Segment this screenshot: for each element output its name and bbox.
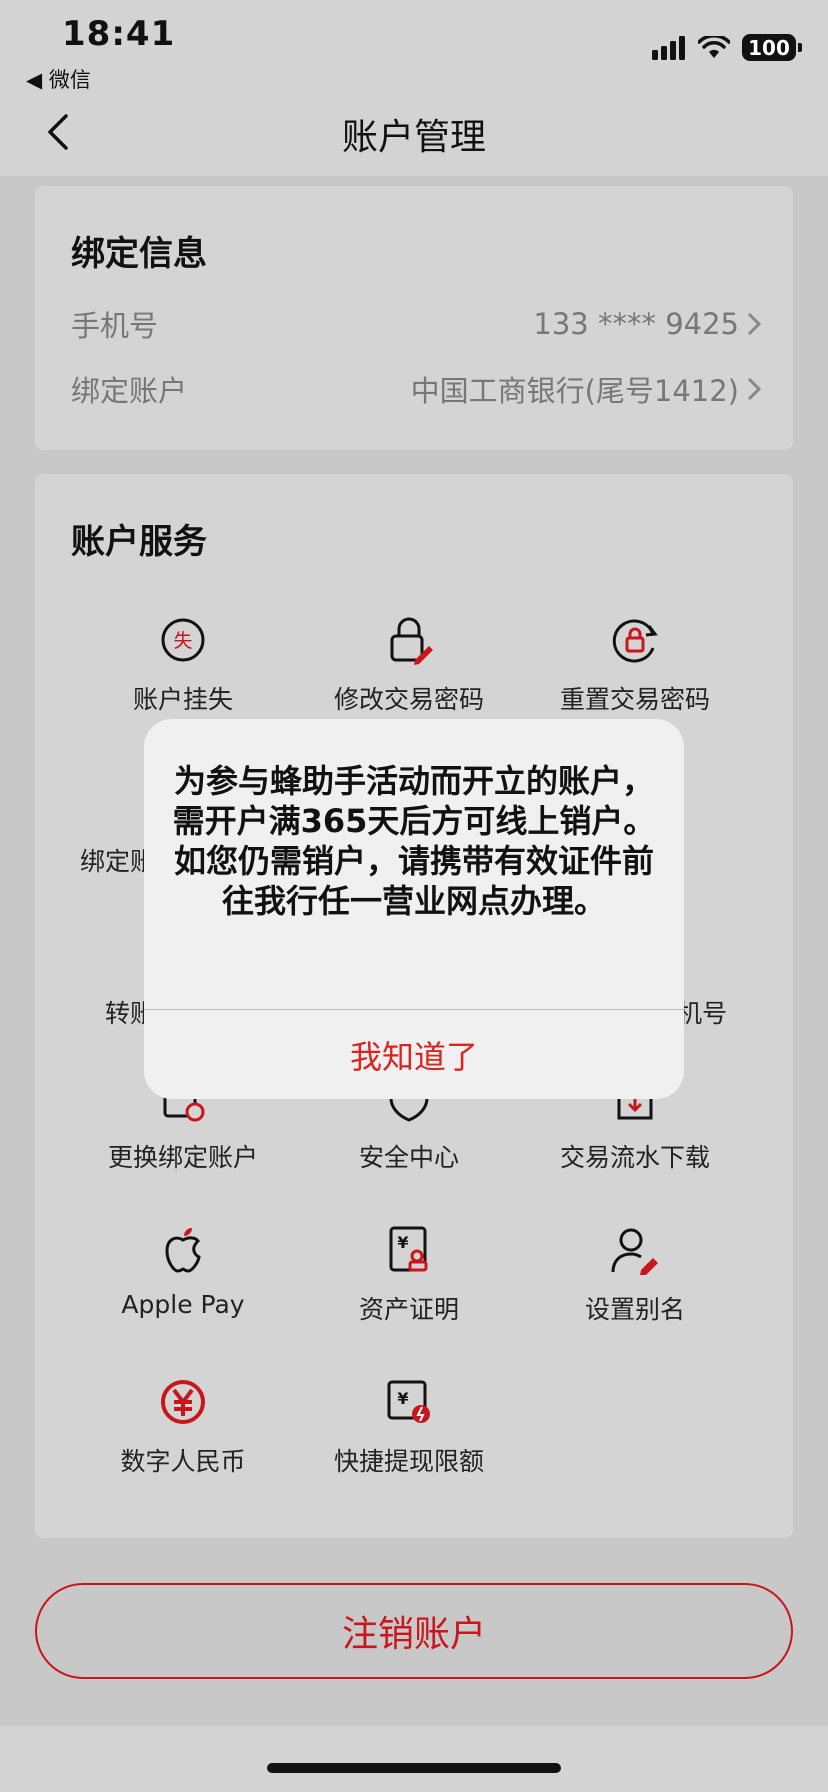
chevron-right-icon [747, 377, 762, 401]
service-lost-report[interactable]: 失 账户挂失 [73, 614, 293, 716]
phone-label: 手机号 [71, 309, 159, 343]
service-set-alias[interactable]: 设置别名 [525, 1224, 745, 1326]
alert-dialog: 为参与蜂助手活动而开立的账户，需开户满365天后方可线上销户。如您仍需销户，请携… [144, 719, 684, 1099]
service-label: 更换绑定账户 [107, 1143, 258, 1172]
bound-account-label: 绑定账户 [71, 374, 188, 408]
status-icons: 100 [652, 34, 802, 61]
lost-report-icon: 失 [161, 618, 205, 662]
lock-edit-icon [390, 617, 433, 665]
nav-bar: 账户管理 [0, 100, 828, 176]
service-label: Apple Pay [121, 1290, 245, 1319]
service-label: 资产证明 [358, 1295, 459, 1324]
bound-account-row[interactable]: 绑定账户 中国工商银行(尾号1412) [71, 369, 763, 409]
battery-icon: 100 [742, 34, 802, 61]
wifi-icon [698, 35, 730, 58]
service-label: 快捷提现限额 [333, 1447, 484, 1476]
lock-reset-icon [612, 619, 658, 663]
service-reset-password[interactable]: 重置交易密码 [525, 614, 745, 716]
svg-text:失: 失 [173, 630, 192, 652]
page-title: 账户管理 [341, 117, 486, 158]
bound-account-value: 中国工商银行(尾号1412) [410, 374, 739, 408]
service-change-password[interactable]: 修改交易密码 [299, 614, 519, 716]
phone-row[interactable]: 手机号 133 **** 9425 [71, 304, 763, 344]
service-label: 重置交易密码 [559, 685, 710, 714]
svg-text:¥: ¥ [397, 1389, 408, 1408]
svg-text:¥: ¥ [397, 1233, 408, 1252]
binding-info-card: 绑定信息 手机号 133 **** 9425 绑定账户 中国工商银行(尾号141… [35, 186, 793, 450]
dialog-confirm-button[interactable]: 我知道了 [144, 1010, 684, 1099]
dialog-message: 为参与蜂助手活动而开立的账户，需开户满365天后方可线上销户。如您仍需销户，请携… [172, 762, 656, 920]
home-indicator[interactable] [267, 1763, 561, 1773]
withdraw-limit-icon: ¥ [387, 1380, 430, 1423]
signal-icon [652, 35, 685, 60]
asset-certificate-icon: ¥ [389, 1226, 428, 1272]
phone-value: 133 **** 9425 [533, 307, 739, 341]
service-label: 账户挂失 [132, 685, 233, 714]
status-bar: 18:41 ◀ 微信 100 [0, 0, 828, 100]
service-partial-label: 机号 [677, 999, 728, 1028]
back-to-wechat[interactable]: ◀ 微信 [26, 64, 91, 94]
cancel-account-button[interactable]: 注销账户 [35, 1583, 793, 1679]
service-label: 设置别名 [584, 1295, 685, 1324]
user-edit-icon [611, 1228, 658, 1275]
service-label: 交易流水下载 [559, 1143, 710, 1172]
digital-rmb-icon [161, 1380, 205, 1424]
service-label: 修改交易密码 [333, 685, 484, 714]
service-digital-rmb[interactable]: 数字人民币 [73, 1376, 293, 1478]
service-apple-pay[interactable]: Apple Pay [73, 1224, 293, 1319]
bottom-area [0, 1726, 828, 1792]
service-label: 安全中心 [358, 1143, 459, 1172]
service-label: 数字人民币 [120, 1447, 246, 1476]
binding-info-title: 绑定信息 [71, 234, 207, 274]
apple-icon [165, 1228, 201, 1273]
chevron-right-icon [747, 312, 762, 336]
service-asset-certificate[interactable]: ¥ 资产证明 [299, 1224, 519, 1326]
account-services-title: 账户服务 [71, 522, 207, 562]
status-time: 18:41 [62, 14, 176, 54]
service-withdraw-limit[interactable]: ¥ 快捷提现限额 [299, 1376, 519, 1478]
